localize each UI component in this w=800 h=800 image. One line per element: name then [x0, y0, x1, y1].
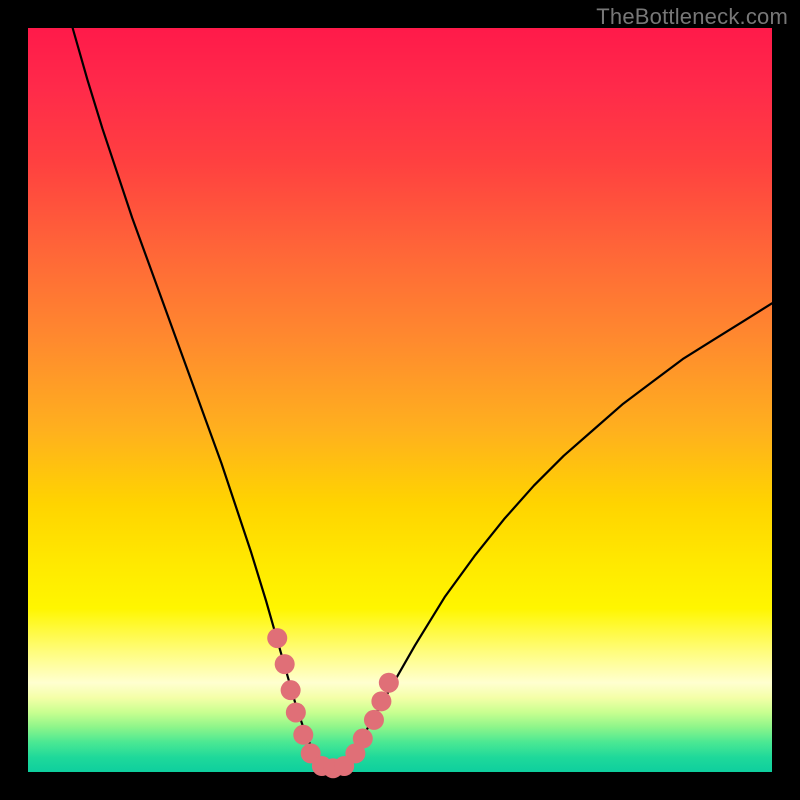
marker-dot	[364, 710, 384, 730]
watermark-text: TheBottleneck.com	[596, 4, 788, 30]
highlight-markers	[267, 628, 399, 778]
chart-frame: TheBottleneck.com	[0, 0, 800, 800]
marker-dot	[293, 725, 313, 745]
bottleneck-curve	[73, 28, 772, 769]
marker-dot	[379, 673, 399, 693]
marker-dot	[353, 729, 373, 749]
marker-dot	[275, 654, 295, 674]
marker-dot	[267, 628, 287, 648]
marker-dot	[371, 691, 391, 711]
marker-dot	[281, 680, 301, 700]
curve-layer	[28, 28, 772, 772]
plot-area	[28, 28, 772, 772]
marker-dot	[286, 702, 306, 722]
